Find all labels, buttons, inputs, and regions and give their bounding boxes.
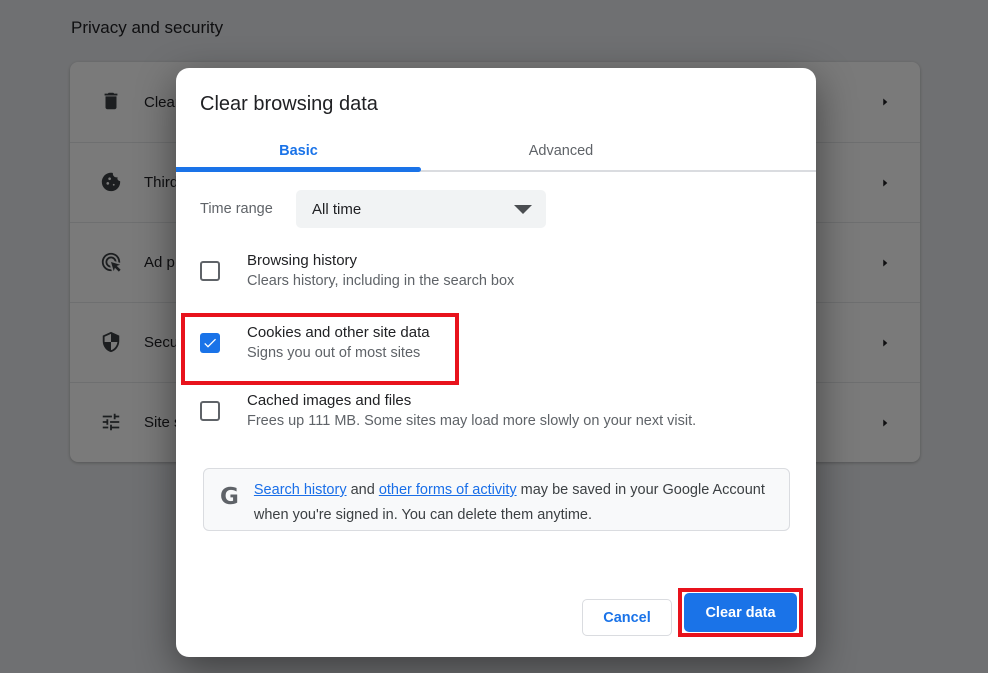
option-subtitle: Frees up 111 MB. Some sites may load mor… (247, 411, 696, 432)
other-forms-of-activity-link[interactable]: other forms of activity (379, 482, 517, 498)
option-browsing-history[interactable]: Browsing history Clears history, includi… (200, 250, 514, 292)
option-subtitle: Signs you out of most sites (247, 343, 430, 364)
option-title: Cached images and files (247, 390, 696, 411)
cancel-button[interactable]: Cancel (582, 599, 672, 636)
browsing-history-checkbox[interactable] (200, 261, 220, 281)
dialog-title: Clear browsing data (200, 93, 378, 116)
cached-images-checkbox[interactable] (200, 401, 220, 421)
google-account-notice: G Search history and other forms of acti… (203, 468, 790, 531)
time-range-select[interactable]: All time (296, 190, 546, 228)
dialog-tabs: Basic Advanced (176, 132, 816, 172)
search-history-link[interactable]: Search history (254, 482, 347, 498)
google-g-icon: G (220, 483, 239, 511)
checkmark-icon (202, 335, 218, 351)
option-cookies[interactable]: Cookies and other site data Signs you ou… (200, 322, 430, 364)
option-subtitle: Clears history, including in the search … (247, 271, 514, 292)
option-title: Cookies and other site data (247, 322, 430, 343)
tab-basic[interactable]: Basic (176, 132, 421, 170)
tab-advanced[interactable]: Advanced (421, 132, 701, 170)
option-title: Browsing history (247, 250, 514, 271)
clear-data-button[interactable]: Clear data (684, 593, 797, 632)
time-range-label: Time range (200, 201, 296, 217)
option-cached-images[interactable]: Cached images and files Frees up 111 MB.… (200, 390, 696, 432)
notice-text: and (347, 482, 379, 498)
clear-browsing-data-dialog: Clear browsing data Basic Advanced Time … (176, 68, 816, 657)
cookies-checkbox[interactable] (200, 333, 220, 353)
active-tab-indicator (176, 167, 421, 172)
time-range-value: All time (312, 201, 361, 218)
dropdown-caret-icon (514, 205, 532, 214)
time-range-row: Time range All time (200, 190, 546, 228)
